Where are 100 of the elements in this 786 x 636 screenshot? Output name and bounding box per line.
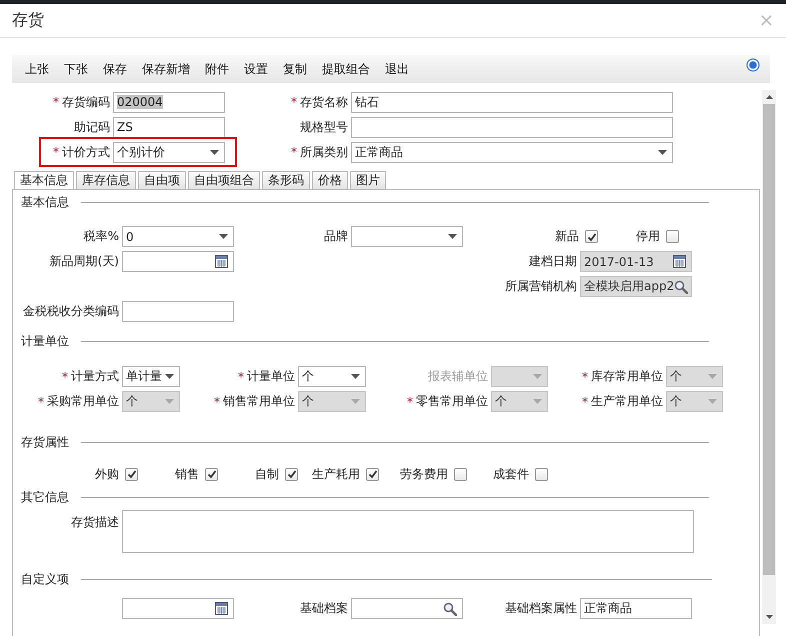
section-title: 基本信息 [21,194,69,210]
field-label: 规格型号 [300,118,348,136]
scroll-thumb[interactable] [763,104,775,575]
checkbox[interactable] [285,468,298,480]
lookup-field[interactable] [351,598,463,619]
dropdown[interactable]: 0 [122,226,234,247]
checkbox[interactable] [585,230,598,243]
input-field[interactable] [351,116,673,138]
tab[interactable]: 价格 [312,171,348,189]
help-icon [746,58,760,72]
checkbox-label: 生产耗用 [312,466,360,482]
caret-icon [351,374,360,379]
calendar-icon [215,255,228,268]
scrollbar[interactable] [762,90,776,624]
checkbox-label: 停用 [636,228,660,245]
calendar-icon [673,255,686,268]
required-mark: * [53,145,59,159]
field-label: 存货名称 [300,94,348,110]
required-mark: * [582,394,588,408]
field-label: 销售常用单位 [223,393,295,410]
checkbox[interactable] [666,230,679,243]
required-mark: * [407,394,413,408]
caret-icon [708,374,717,379]
required-mark: * [53,95,59,109]
field-label: 所属类别 [300,144,348,160]
dropdown[interactable] [351,226,463,247]
checkbox-label: 劳务费用 [400,466,448,482]
field-label: 建档日期 [529,253,577,270]
toolbar-button[interactable]: 保存新增 [136,59,196,79]
checkbox[interactable] [535,468,548,480]
field-label: 金税税收分类编码 [23,303,119,320]
checkbox[interactable] [366,468,379,480]
field-label: 计价方式 [62,144,110,160]
field-label: 新品周期(天) [50,253,119,270]
section-title: 自定义项 [21,570,69,588]
calendar-icon [215,602,228,615]
checkbox[interactable] [454,468,467,480]
toolbar-button[interactable]: 提取组合 [316,59,376,79]
checkbox-label: 自制 [255,466,279,482]
section-title: 其它信息 [21,488,69,506]
toolbar-button[interactable]: 保存 [97,59,133,79]
caret-icon [165,399,174,404]
field-label: 生产常用单位 [591,393,663,410]
caret-icon [210,150,219,154]
input-field[interactable] [122,301,234,322]
required-mark: * [238,370,244,384]
toolbar-button[interactable]: 下张 [58,59,94,79]
input-field[interactable]: ZS [113,116,225,138]
text-area[interactable] [122,510,694,553]
required-mark: * [62,370,68,384]
tab[interactable]: 自由项组合 [188,171,260,189]
caret-icon [533,374,542,379]
checkbox-label: 销售 [175,466,199,482]
checkbox[interactable] [205,468,218,480]
toolbar-button[interactable]: 附件 [199,59,235,79]
field-label: 存货描述 [71,514,119,531]
dropdown[interactable]: 个别计价 [113,142,225,162]
field-label: 品牌 [324,228,348,245]
caret-icon [351,399,360,404]
tab[interactable]: 库存信息 [76,171,136,189]
search-icon [443,602,457,616]
caret-icon [448,234,457,239]
toolbar-button[interactable]: 上张 [19,59,55,79]
toolbar-button[interactable]: 复制 [277,59,313,79]
tab[interactable]: 自由项 [138,171,186,189]
field-label: 零售常用单位 [416,393,488,410]
required-mark: * [291,95,297,109]
tab[interactable]: 图片 [350,171,386,189]
caret-icon [533,399,542,404]
input-field[interactable]: 020004 [113,92,225,112]
dropdown[interactable]: 个 [298,366,366,387]
field-label: 计量单位 [247,368,295,385]
toolbar-button[interactable]: 设置 [238,59,274,79]
input-field[interactable]: 钻石 [351,92,673,112]
caret-icon [658,150,667,154]
date-field[interactable] [122,251,234,272]
toolbar-button[interactable]: 退出 [379,59,415,79]
section-title: 计量单位 [21,332,69,350]
checkbox[interactable] [125,468,138,480]
tab[interactable]: 基本信息 [14,171,74,189]
field-label: 计量方式 [71,368,119,385]
scroll-down-icon [766,615,772,619]
caret-icon [708,399,717,404]
dropdown[interactable]: 单计量 [122,366,180,387]
field-label: 存货编码 [62,94,110,110]
field-label: 税率% [84,228,119,245]
required-mark: * [38,394,44,408]
date-field[interactable] [122,598,234,619]
required-mark: * [582,370,588,384]
section-title: 存货属性 [21,434,69,450]
input-field[interactable]: 正常商品 [580,598,692,619]
caret-icon [165,374,174,379]
caret-icon [219,234,228,239]
field-label: 基础档案属性 [505,600,577,617]
tab[interactable]: 条形码 [262,171,310,189]
search-icon [674,280,688,294]
required-mark: * [291,145,297,159]
field-label: 采购常用单位 [47,393,119,410]
checkbox-label: 新品 [555,228,579,245]
dropdown[interactable]: 正常商品 [351,142,673,162]
